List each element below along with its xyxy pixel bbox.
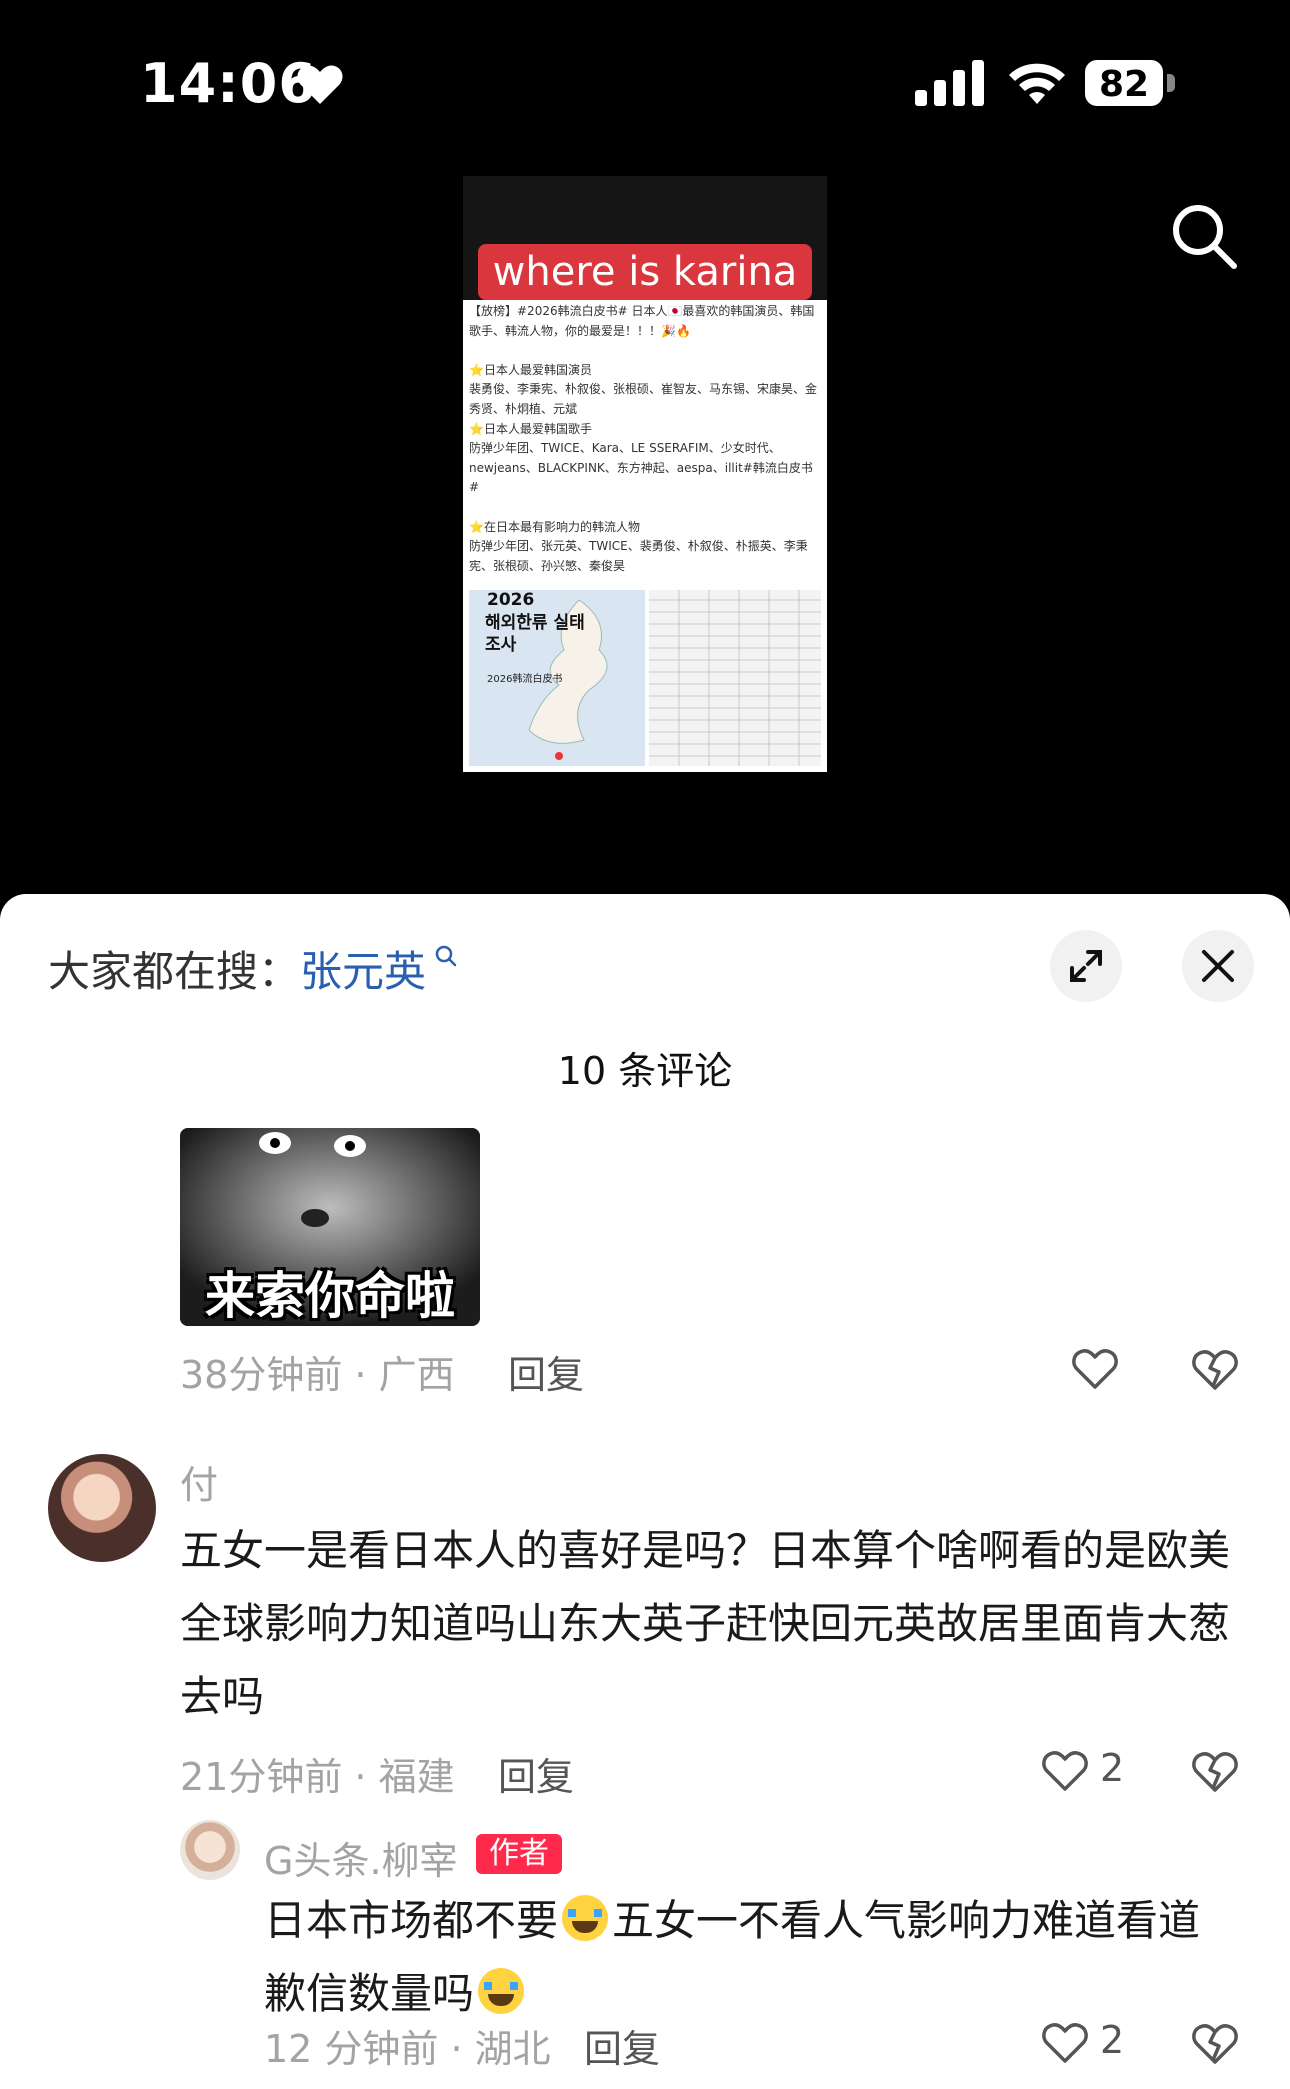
comment-username[interactable]: 付 xyxy=(180,1454,218,1509)
video-title-banner: where is karina xyxy=(478,244,812,300)
post-text: 【放榜】#2026韩流白皮书# 日本人🇯🇵最喜欢的韩国演员、韩国歌手、韩流人物，… xyxy=(469,304,818,573)
battery-indicator: 82 xyxy=(1085,60,1177,106)
hot-search-keyword[interactable]: 张元英 xyxy=(300,947,426,996)
search-icon[interactable] xyxy=(1168,200,1240,272)
dislike-icon[interactable] xyxy=(1192,1748,1238,1794)
comment-meta: 12 分钟前 · 湖北 xyxy=(264,2027,551,2071)
expand-icon xyxy=(1070,950,1102,982)
sticker-caption: 来索你命啦 xyxy=(205,1267,455,1325)
avatar[interactable] xyxy=(180,1820,240,1880)
search-small-icon xyxy=(435,945,457,967)
battery-level: 82 xyxy=(1098,64,1150,105)
survey-table-image xyxy=(649,590,821,766)
survey-cover-image: 2026 해외한류 실태조사 2026韩流白皮书 xyxy=(469,590,645,766)
video-post-image: 【放榜】#2026韩流白皮书# 日本人🇯🇵最喜欢的韩国演员、韩国歌手、韩流人物，… xyxy=(463,300,827,772)
cellular-signal-icon xyxy=(915,60,984,106)
comment-username[interactable]: G头条.柳宰 xyxy=(264,1830,458,1885)
heart-icon xyxy=(297,65,343,104)
like-icon[interactable] xyxy=(1072,1348,1118,1390)
comment-sticker-image[interactable]: 来索你命啦 xyxy=(180,1128,480,1326)
avatar[interactable] xyxy=(48,1454,156,1562)
comment-text-part1: 日本市场都不要 xyxy=(264,1896,559,1945)
hot-search-bar[interactable]: 大家都在搜：张元英 xyxy=(48,938,426,999)
crying-laugh-emoji-icon xyxy=(562,1895,609,1941)
author-badge: 作者 xyxy=(476,1834,562,1874)
comment-sheet: 大家都在搜：张元英 10 条评论 来索你命啦 38分钟前 · 广西 回复 付 五… xyxy=(0,894,1290,2089)
reply-button[interactable]: 回复 xyxy=(584,2018,660,2073)
comment-count: 10 条评论 xyxy=(557,1049,733,1093)
comment-text: 日本市场都不要 五女一不看人气影响力难道看道歉信数量吗 xyxy=(264,1884,1224,2030)
comment-text: 五女一是看日本人的喜好是吗？日本算个啥啊看的是欧美全球影响力知道吗山东大英子赶快… xyxy=(180,1526,1231,1721)
like-icon[interactable] xyxy=(1042,2022,1088,2064)
status-bar: 14:06 82 xyxy=(0,0,1290,170)
like-count: 2 xyxy=(1100,1746,1125,1790)
like-count: 2 xyxy=(1100,2018,1125,2062)
survey-subtitle: 2026韩流白皮书 xyxy=(487,674,563,685)
dislike-icon[interactable] xyxy=(1192,1346,1238,1392)
survey-year: 2026 xyxy=(487,590,535,610)
reply-button[interactable]: 回复 xyxy=(508,1344,584,1399)
crying-laugh-emoji-icon xyxy=(478,1968,525,2014)
reply-button[interactable]: 回复 xyxy=(498,1746,574,1801)
comment-meta: 21分钟前 · 福建 xyxy=(180,1755,455,1799)
close-icon xyxy=(1202,950,1234,982)
like-icon[interactable] xyxy=(1042,1750,1088,1792)
expand-button[interactable] xyxy=(1050,930,1122,1002)
comment-meta: 38分钟前 · 广西 xyxy=(180,1353,455,1397)
dislike-icon[interactable] xyxy=(1192,2020,1238,2066)
hot-search-prefix: 大家都在搜： xyxy=(48,947,301,996)
wifi-icon xyxy=(1009,63,1065,104)
survey-title: 해외한류 실태조사 xyxy=(485,613,585,655)
close-button[interactable] xyxy=(1182,930,1254,1002)
status-time: 14:06 xyxy=(140,52,317,115)
